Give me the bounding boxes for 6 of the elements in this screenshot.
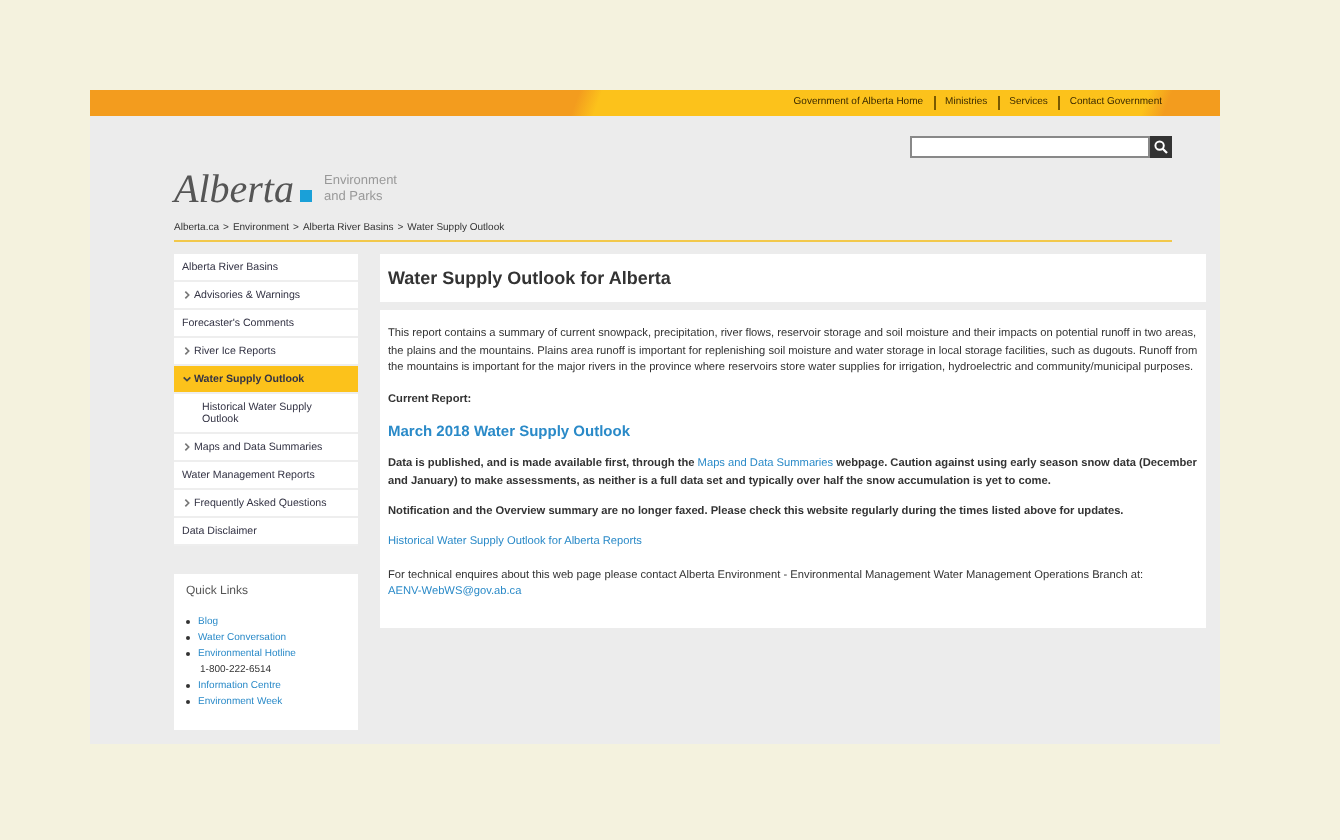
page-title: Water Supply Outlook for Alberta xyxy=(380,254,1206,302)
logo-wordmark: Alberta xyxy=(174,170,294,210)
search-field[interactable] xyxy=(910,136,1150,158)
search-icon xyxy=(1154,140,1168,154)
search-button[interactable] xyxy=(1150,136,1172,158)
logo-square-icon xyxy=(300,190,312,202)
